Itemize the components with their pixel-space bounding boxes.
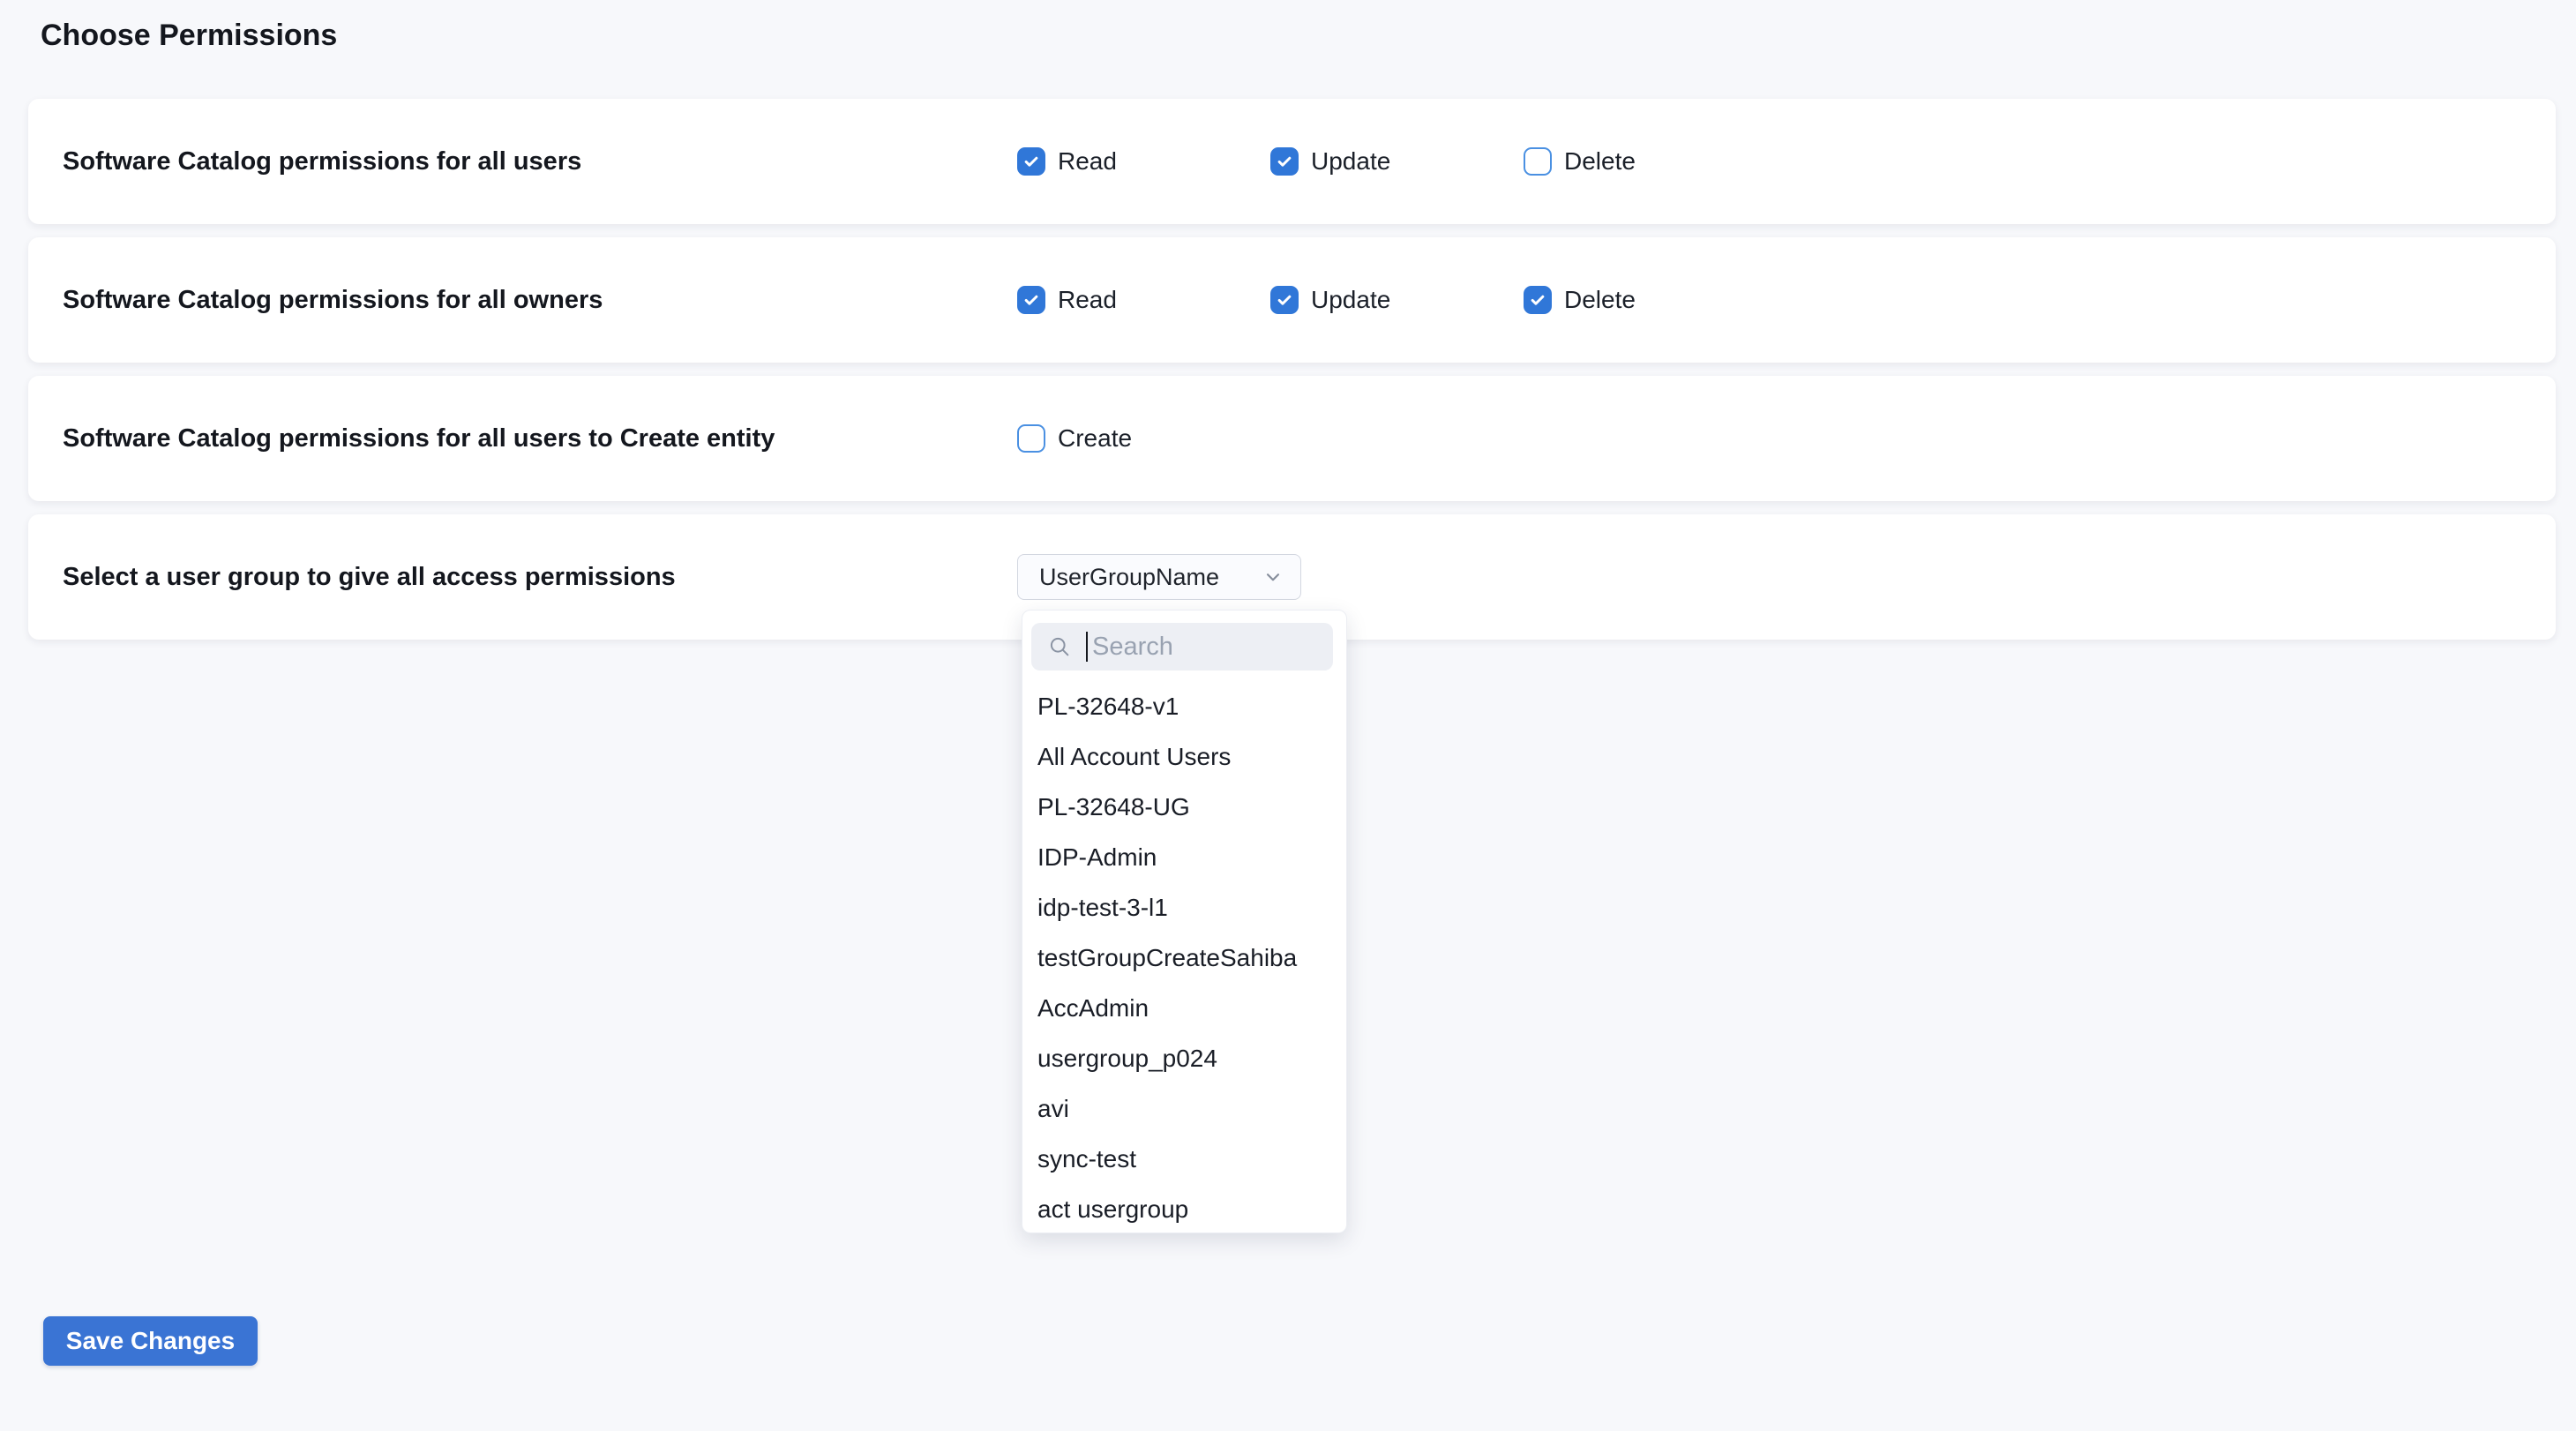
checkbox-group-read[interactable]: Read <box>1017 147 1270 176</box>
permission-card-create-entity: Software Catalog permissions for all use… <box>28 376 2556 501</box>
card-label: Select a user group to give all access p… <box>63 563 676 592</box>
user-group-select-button[interactable]: UserGroupName <box>1017 554 1301 600</box>
search-input[interactable] <box>1090 632 1321 663</box>
checkbox-read[interactable] <box>1017 147 1045 176</box>
check-icon <box>1529 291 1546 309</box>
check-icon <box>1022 153 1040 170</box>
checkbox-label: Delete <box>1564 286 1636 314</box>
checkbox-row: Read Update Delete <box>1017 99 1777 224</box>
checkbox-group-delete[interactable]: Delete <box>1524 286 1777 314</box>
dropdown-option[interactable]: act usergroup <box>1022 1184 1346 1234</box>
dropdown-option[interactable]: PL-32648-UG <box>1022 782 1346 832</box>
checkbox-group-create[interactable]: Create <box>1017 424 1270 453</box>
dropdown-option[interactable]: PL-32648-v1 <box>1022 681 1346 731</box>
permission-card-all-users: Software Catalog permissions for all use… <box>28 99 2556 224</box>
chevron-down-icon <box>1262 566 1284 588</box>
checkbox-row: Create <box>1017 376 1270 501</box>
page-title: Choose Permissions <box>0 0 2576 53</box>
dropdown-option[interactable]: sync-test <box>1022 1134 1346 1184</box>
checkbox-label: Read <box>1058 147 1117 176</box>
dropdown-option[interactable]: avi <box>1022 1083 1346 1134</box>
card-label: Software Catalog permissions for all use… <box>63 147 581 176</box>
card-label: Software Catalog permissions for all own… <box>63 286 603 315</box>
user-group-dropdown-panel: PL-32648-v1 All Account Users PL-32648-U… <box>1022 610 1347 1233</box>
checkbox-update[interactable] <box>1270 286 1299 314</box>
check-icon <box>1022 291 1040 309</box>
dropdown-option[interactable]: All Account Users <box>1022 731 1346 782</box>
dropdown-option[interactable]: IDP-Admin <box>1022 832 1346 882</box>
permission-cards: Software Catalog permissions for all use… <box>28 99 2556 640</box>
checkbox-group-update[interactable]: Update <box>1270 286 1524 314</box>
dropdown-option[interactable]: idp-test-3-l1 <box>1022 882 1346 933</box>
dropdown-search-box[interactable] <box>1031 623 1333 671</box>
check-icon <box>1276 153 1293 170</box>
checkbox-label: Delete <box>1564 147 1636 176</box>
dropdown-option[interactable]: usergroup_p024 <box>1022 1033 1346 1083</box>
checkbox-read[interactable] <box>1017 286 1045 314</box>
checkbox-delete[interactable] <box>1524 147 1552 176</box>
text-cursor <box>1086 632 1088 662</box>
selected-value: UserGroupName <box>1039 564 1219 591</box>
card-label: Software Catalog permissions for all use… <box>63 424 775 453</box>
permissions-page: Choose Permissions Software Catalog perm… <box>0 0 2576 1431</box>
dropdown-option[interactable]: testGroupCreateSahiba <box>1022 933 1346 983</box>
checkbox-label: Update <box>1311 147 1390 176</box>
search-icon <box>1047 634 1072 659</box>
dropdown-options-list: PL-32648-v1 All Account Users PL-32648-U… <box>1022 681 1346 1234</box>
save-changes-button[interactable]: Save Changes <box>43 1316 258 1366</box>
checkbox-group-read[interactable]: Read <box>1017 286 1270 314</box>
checkbox-delete[interactable] <box>1524 286 1552 314</box>
checkbox-label: Update <box>1311 286 1390 314</box>
dropdown-option[interactable]: AccAdmin <box>1022 983 1346 1033</box>
checkbox-group-update[interactable]: Update <box>1270 147 1524 176</box>
checkbox-row: Read Update Delete <box>1017 237 1777 363</box>
checkbox-create[interactable] <box>1017 424 1045 453</box>
permission-card-all-owners: Software Catalog permissions for all own… <box>28 237 2556 363</box>
checkbox-group-delete[interactable]: Delete <box>1524 147 1777 176</box>
checkbox-label: Read <box>1058 286 1117 314</box>
check-icon <box>1276 291 1293 309</box>
checkbox-update[interactable] <box>1270 147 1299 176</box>
checkbox-label: Create <box>1058 424 1132 453</box>
